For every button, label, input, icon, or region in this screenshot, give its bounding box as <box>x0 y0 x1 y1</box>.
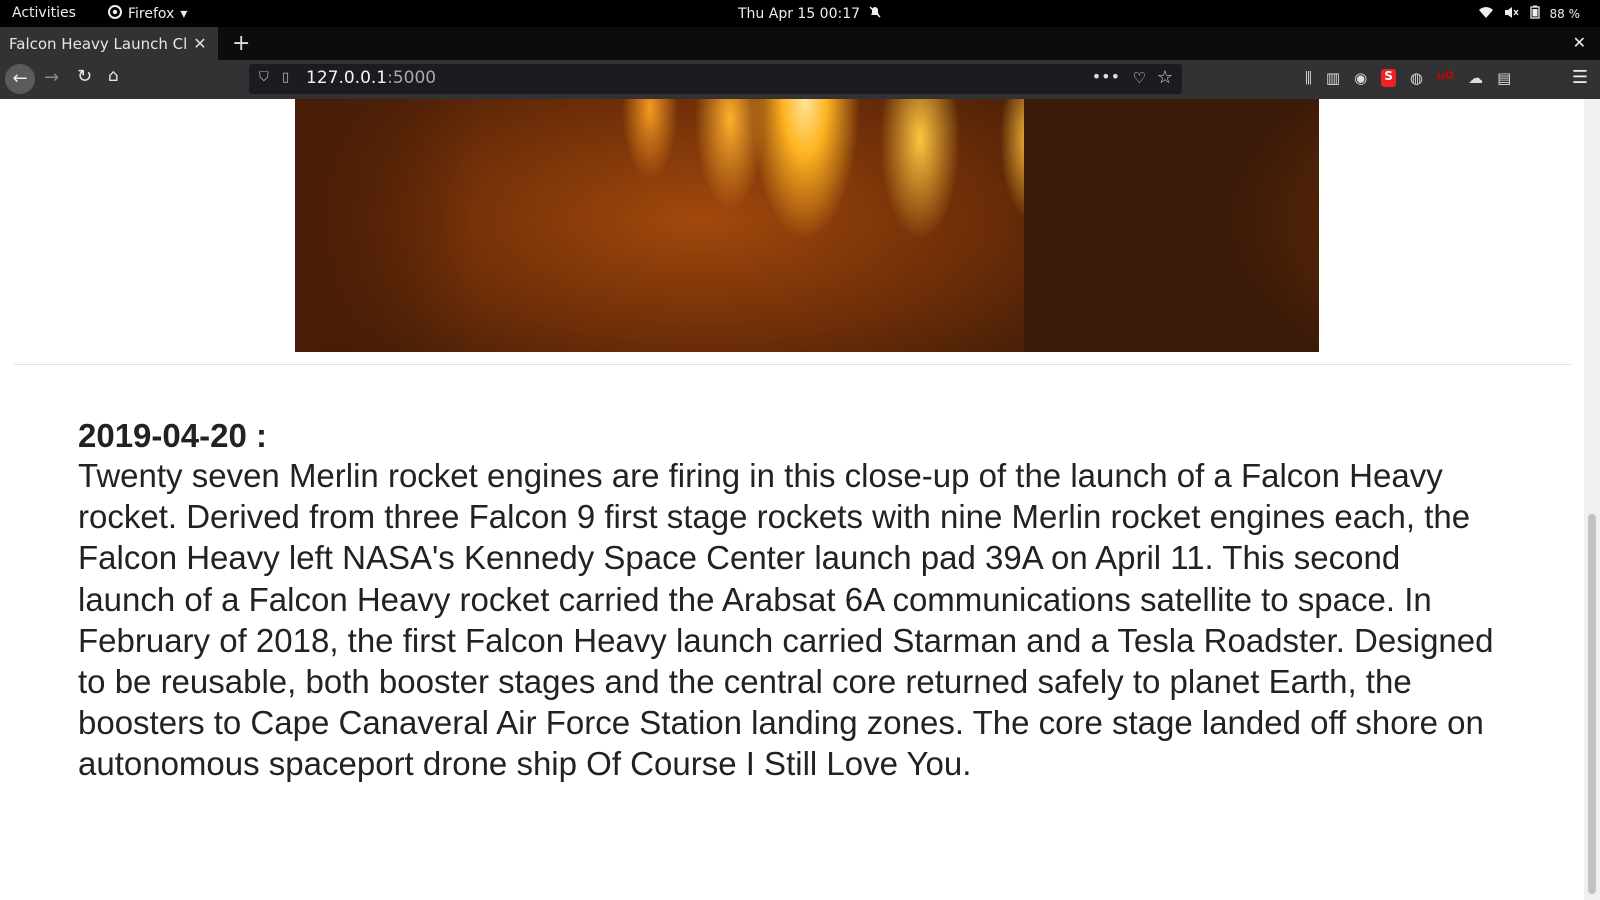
entry-divider <box>14 364 1571 365</box>
window-close-icon[interactable]: ✕ <box>1573 33 1586 52</box>
tab-strip: Falcon Heavy Launch Cl ✕ + ✕ <box>0 27 1600 60</box>
image-shadow <box>295 99 475 352</box>
url-host: 127.0.0.1 <box>306 68 388 88</box>
home-button[interactable]: ⌂ <box>108 66 119 86</box>
account-icon[interactable]: ◉ <box>1354 69 1367 87</box>
page-actions-icon[interactable]: ••• <box>1092 67 1120 86</box>
extension-s-icon[interactable]: S <box>1381 69 1396 87</box>
app-menu[interactable]: Firefox ▾ <box>108 5 187 23</box>
battery-icon <box>1529 5 1540 22</box>
chevron-down-icon: ▾ <box>180 6 188 22</box>
bookmark-star-icon[interactable]: ☆ <box>1157 67 1173 88</box>
notifications-muted-icon <box>868 5 882 23</box>
battery-percentage: 88 % <box>1549 6 1581 21</box>
tab-title: Falcon Heavy Launch Cl <box>9 34 188 53</box>
ublock-origin-icon[interactable]: uO <box>1437 69 1454 87</box>
datetime: Thu Apr 15 00:17 <box>738 6 861 22</box>
scrollbar-thumb[interactable] <box>1588 514 1596 894</box>
new-tab-button[interactable]: + <box>232 31 250 56</box>
menu-hamburger-icon[interactable]: ☰ <box>1572 67 1588 88</box>
sidebar-icon[interactable]: ▥ <box>1326 69 1340 87</box>
extension-grey-icon[interactable]: ◍ <box>1410 69 1423 87</box>
page-content: 2019-04-20 : Twenty seven Merlin rocket … <box>0 99 1584 900</box>
url-port: :5000 <box>387 68 437 88</box>
clock[interactable]: Thu Apr 15 00:17 <box>738 5 882 23</box>
page-info-icon[interactable]: ▯ <box>282 70 289 85</box>
activities-button[interactable]: Activities <box>12 5 76 21</box>
reader-view-icon[interactable]: ▤ <box>1497 69 1511 87</box>
forward-button[interactable]: → <box>44 67 59 88</box>
tab-close-icon[interactable]: ✕ <box>193 34 207 53</box>
tracking-protection-icon[interactable]: ⛉ <box>259 70 269 85</box>
app-menu-label: Firefox <box>128 6 175 22</box>
toolbar-icons: ⫼ ▥ ◉ S ◍ uO ☁ ▤ <box>1305 69 1511 87</box>
pocket-icon[interactable]: ♡ <box>1133 69 1146 87</box>
tab-active[interactable]: Falcon Heavy Launch Cl ✕ <box>0 27 218 60</box>
extension-cloud-icon[interactable]: ☁ <box>1468 69 1483 87</box>
firefox-icon <box>108 5 122 23</box>
entry-description: Twenty seven Merlin rocket engines are f… <box>78 457 1494 783</box>
entry-date: 2019-04-20 : <box>78 417 267 454</box>
url-text[interactable]: 127.0.0.1:5000 <box>306 68 436 88</box>
system-top-bar: Activities Firefox ▾ Thu Apr 15 00:17 88… <box>0 0 1600 27</box>
navigation-toolbar: ← → ↻ ⌂ ⛉ ▯ 127.0.0.1:5000 ••• ♡ ☆ ⫼ ▥ ◉… <box>0 60 1600 99</box>
volume-muted-icon <box>1504 6 1520 22</box>
library-icon[interactable]: ⫼ <box>1305 69 1312 87</box>
url-bar[interactable]: ⛉ ▯ 127.0.0.1:5000 ••• ♡ ☆ <box>249 64 1182 94</box>
vertical-scrollbar[interactable] <box>1584 99 1600 900</box>
system-tray[interactable]: 88 % <box>1478 5 1581 22</box>
reload-button[interactable]: ↻ <box>77 66 92 87</box>
wifi-icon <box>1478 6 1494 22</box>
back-button[interactable]: ← <box>5 64 35 94</box>
